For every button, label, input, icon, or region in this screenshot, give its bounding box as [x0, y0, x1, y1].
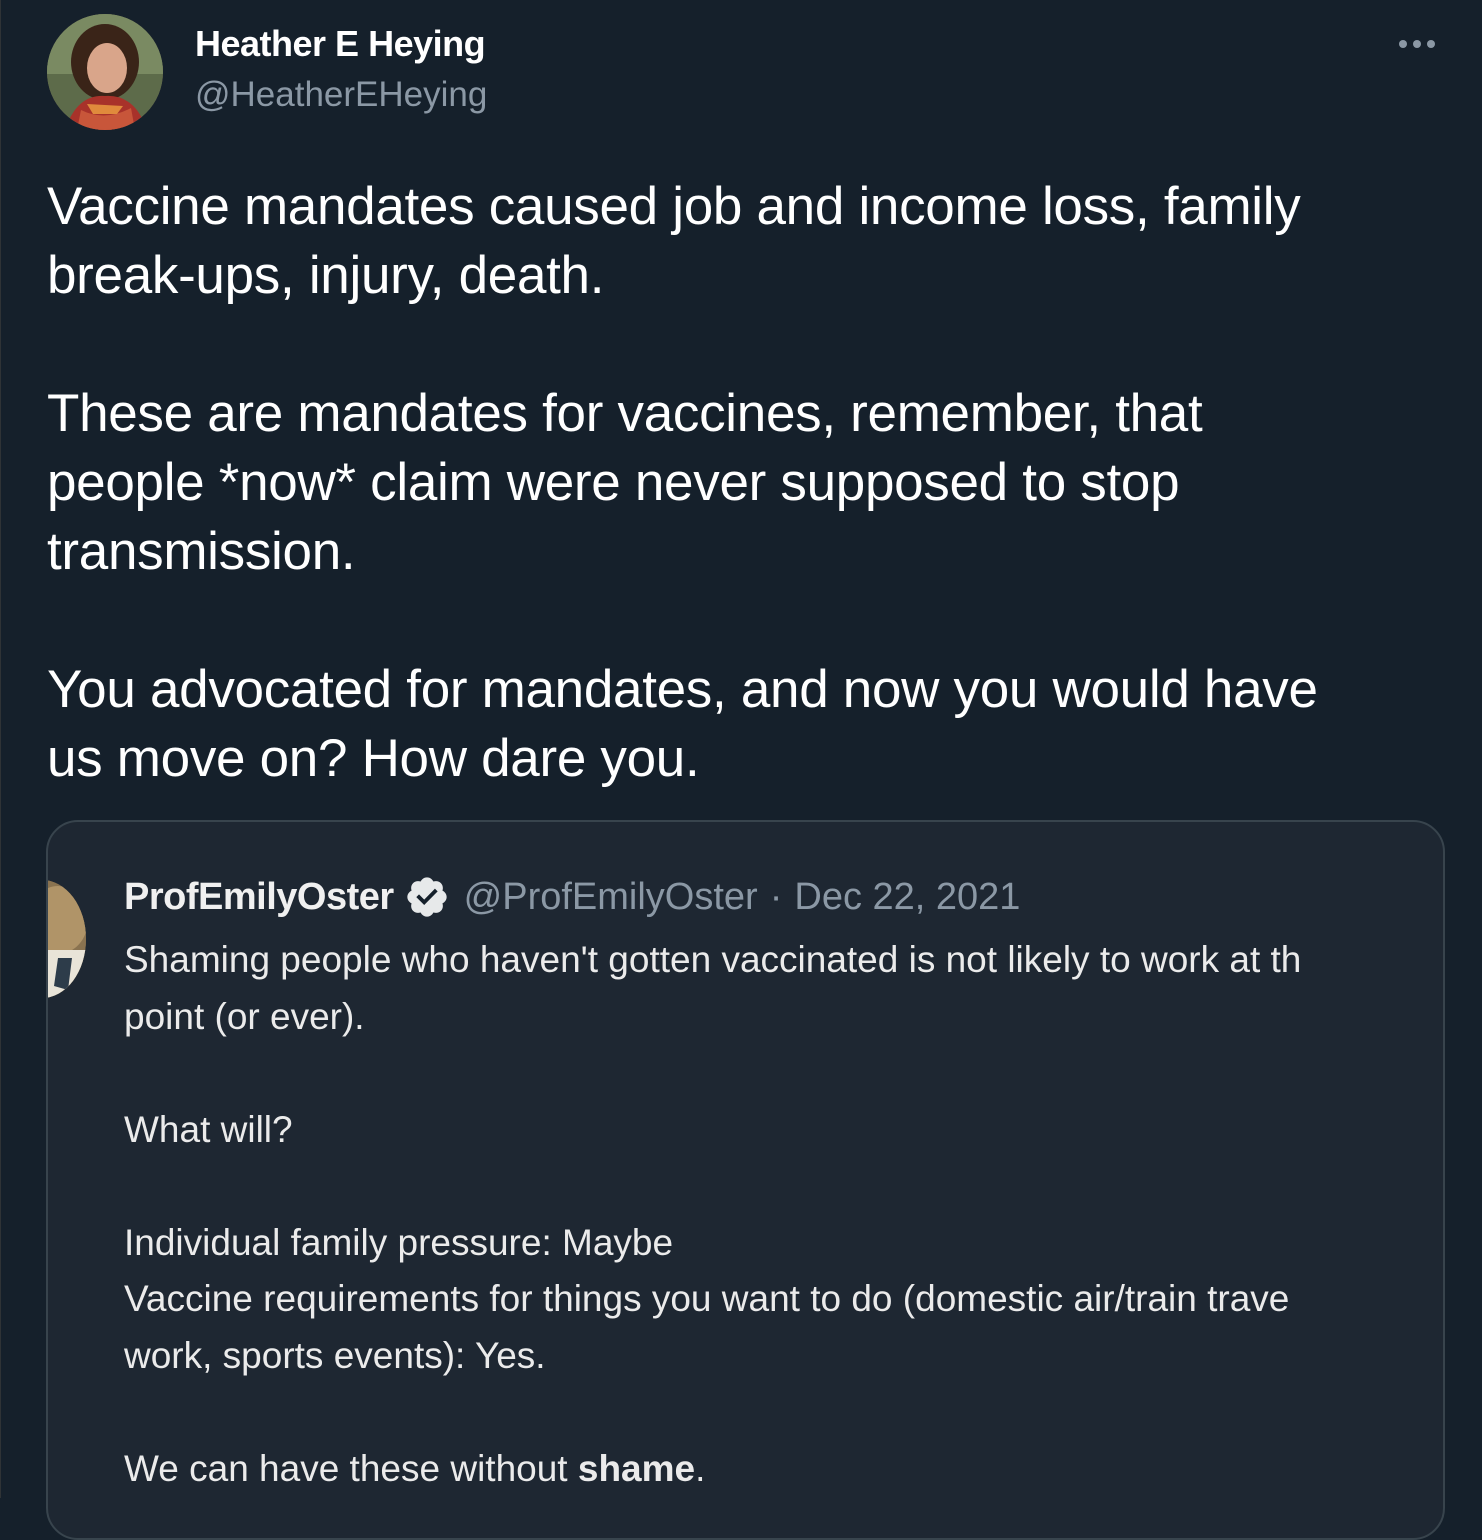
- tweet[interactable]: Heather E Heying @HeatherEHeying Vaccine…: [0, 0, 1482, 1540]
- more-horizontal-icon: [1399, 40, 1435, 48]
- quoted-bold-word: shame: [577, 1447, 696, 1489]
- separator-dot: ·: [769, 875, 783, 918]
- quoted-handle[interactable]: @ProfEmilyOster: [464, 876, 758, 919]
- quoted-display-name[interactable]: ProfEmilyOster: [124, 876, 394, 919]
- quoted-tweet-header: ProfEmilyOster @ProfEmilyOster · Dec 22,…: [124, 872, 1020, 922]
- quoted-tweet-card[interactable]: ProfEmilyOster @ProfEmilyOster · Dec 22,…: [46, 820, 1445, 1540]
- tweet-text: Vaccine mandates caused job and income l…: [47, 172, 1447, 793]
- quoted-text-line: work, sports events): Yes.: [124, 1334, 546, 1376]
- tweet-header: Heather E Heying @HeatherEHeying: [47, 14, 1447, 130]
- tweet-paragraph: These are mandates for vaccines, remembe…: [47, 384, 1203, 581]
- quoted-text-line: point (or ever).: [124, 995, 365, 1037]
- author-info: Heather E Heying @HeatherEHeying: [195, 22, 487, 116]
- quoted-avatar: [48, 880, 86, 998]
- author-handle[interactable]: @HeatherEHeying: [195, 74, 487, 116]
- quoted-text-line: We can have these without shame.: [124, 1441, 1443, 1498]
- verified-badge-icon: [404, 874, 450, 920]
- tweet-paragraph: You advocated for mandates, and now you …: [47, 660, 1318, 788]
- tweet-paragraph: Vaccine mandates caused job and income l…: [47, 177, 1301, 305]
- avatar[interactable]: [47, 14, 163, 130]
- quoted-text-line: Individual family pressure: Maybe: [124, 1221, 674, 1263]
- quoted-date[interactable]: Dec 22, 2021: [794, 876, 1020, 919]
- quoted-text-line: Vaccine requirements for things you want…: [124, 1278, 1290, 1319]
- author-display-name[interactable]: Heather E Heying: [195, 22, 487, 66]
- profile-photo: [47, 14, 163, 130]
- quoted-text-line: Shaming people who haven't gotten vaccin…: [124, 939, 1302, 980]
- more-options-button[interactable]: [1387, 24, 1447, 64]
- quoted-text-segment: .: [695, 1447, 706, 1489]
- quoted-text-segment: We can have these without: [124, 1447, 578, 1489]
- quoted-tweet-text: Shaming people who haven't gotten vaccin…: [124, 932, 1443, 1498]
- quoted-text-line: What will?: [124, 1108, 293, 1150]
